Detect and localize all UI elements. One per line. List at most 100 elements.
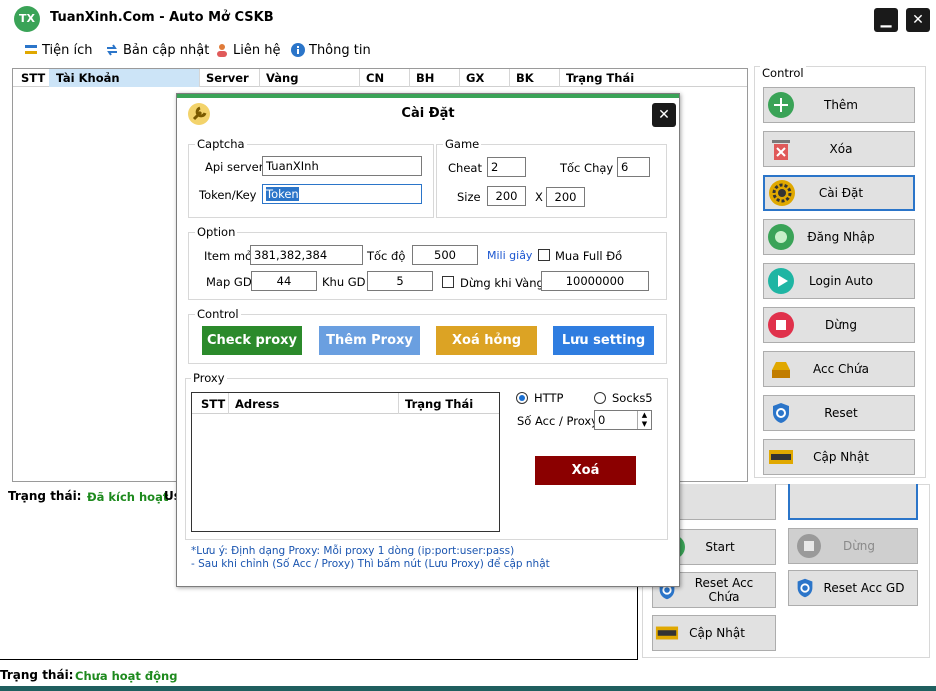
proxy-col-address[interactable]: Adress — [235, 397, 279, 411]
proxy-col-status[interactable]: Trạng Thái — [405, 397, 473, 411]
column-separator — [259, 69, 260, 87]
column-separator — [359, 69, 360, 87]
stepper-arrows-icon[interactable]: ▲ ▼ — [637, 411, 651, 429]
button-label: Dừng — [842, 539, 876, 553]
size-width-input[interactable]: 200 — [487, 186, 526, 206]
stop-gold-input[interactable]: 10000000 — [541, 271, 649, 291]
col-tai-khoan[interactable]: Tài Khoản — [56, 71, 120, 85]
item-input[interactable]: 381,382,384 — [250, 245, 363, 265]
col-trang-thai[interactable]: Trạng Thái — [566, 71, 634, 85]
proxy-col-stt[interactable]: STT — [201, 397, 225, 411]
settings-button[interactable]: Cài Đặt — [763, 175, 915, 211]
stop-button-disabled[interactable]: Dừng — [788, 528, 918, 564]
sync-icon — [105, 43, 119, 57]
cheat-label: Cheat — [448, 161, 482, 175]
mapgd-input[interactable]: 44 — [251, 271, 317, 291]
button-label: Reset Acc Chứa — [694, 576, 754, 604]
mili-label: Mili giây — [487, 249, 533, 262]
update-button[interactable]: Cập Nhật — [763, 439, 915, 475]
menu-tien-ich[interactable]: Tiện ích — [24, 40, 93, 60]
api-server-label: Api server — [205, 160, 264, 174]
menu-lien-he[interactable]: Liên hệ — [215, 40, 280, 60]
delete-button[interactable]: Xóa — [763, 131, 915, 167]
add-button[interactable]: Thêm — [763, 87, 915, 123]
bottom-border — [0, 686, 936, 691]
reset-acc-gd-button[interactable]: Reset Acc GD — [788, 570, 918, 606]
login-button[interactable]: Đăng Nhập — [763, 219, 915, 255]
menu-ban-cap-nhat[interactable]: Bản cập nhật — [105, 40, 209, 60]
menu-thong-tin[interactable]: Thông tin — [291, 40, 371, 60]
update-button-2[interactable]: Cập Nhật — [652, 615, 776, 651]
button-label: Thêm — [823, 98, 858, 112]
stop-icon — [797, 534, 821, 558]
settings-dialog: Cài Đặt ✕ Captcha Api server TuanXInh To… — [176, 93, 680, 587]
gear-icon — [769, 180, 795, 206]
game-group-label: Game — [443, 137, 482, 151]
tools-icon — [24, 43, 38, 57]
stop-button[interactable]: Dừng — [763, 307, 915, 343]
col-stt[interactable]: STT — [21, 71, 45, 85]
proxy-list[interactable]: STT Adress Trạng Thái — [191, 392, 500, 532]
button-label: Cập Nhật — [813, 450, 869, 464]
record-icon — [768, 224, 794, 250]
token-input-selection: Token — [266, 187, 299, 201]
stop-gold-checkbox[interactable] — [442, 276, 454, 288]
note-line-2: - Sau khi chỉnh (Số Acc / Proxy) Thì bấm… — [191, 558, 550, 570]
size-height-input[interactable]: 200 — [546, 187, 585, 207]
button-label: Start — [705, 540, 735, 554]
khugd-input[interactable]: 5 — [367, 271, 433, 291]
acc-chua-button[interactable]: Acc Chứa — [763, 351, 915, 387]
cheat-input[interactable]: 2 — [487, 157, 526, 177]
menu-label: Liên hệ — [233, 42, 281, 58]
login-auto-button[interactable]: Login Auto — [763, 263, 915, 299]
http-radio[interactable] — [516, 392, 528, 404]
buy-full-label: Mua Full Đồ — [555, 249, 623, 263]
proxy-group-label: Proxy — [191, 371, 227, 385]
trash-icon — [768, 136, 794, 162]
save-setting-button[interactable]: Lưu setting — [553, 326, 654, 355]
check-proxy-button[interactable]: Check proxy — [202, 326, 302, 355]
minimize-button[interactable]: ▁ — [874, 8, 898, 32]
col-bh[interactable]: BH — [416, 71, 434, 85]
button-label: Login Auto — [808, 274, 874, 288]
mapgd-label: Map GD — [206, 275, 252, 289]
status-label-2: Trạng thái: — [0, 668, 74, 682]
reset-button[interactable]: Reset — [763, 395, 915, 431]
buy-full-checkbox[interactable] — [538, 249, 550, 261]
tocdo-input[interactable]: 500 — [412, 245, 478, 265]
button-label: Dừng — [824, 318, 858, 332]
partial-button-selected[interactable] — [788, 484, 918, 520]
app-logo: TX — [14, 6, 40, 32]
speed-input[interactable]: 6 — [617, 157, 650, 177]
col-gx[interactable]: GX — [466, 71, 484, 85]
api-server-input[interactable]: TuanXInh — [262, 156, 422, 176]
person-icon — [215, 43, 229, 57]
dialog-close-button[interactable]: ✕ — [652, 103, 676, 127]
button-label: Xóa — [829, 142, 853, 156]
dialog-accent-bar — [177, 94, 679, 98]
token-input[interactable]: Token — [262, 184, 422, 204]
stop-gold-label: Dừng khi Vàng — [460, 276, 544, 290]
dialog-title: Cài Đặt — [401, 106, 455, 121]
col-server[interactable]: Server — [206, 71, 249, 85]
button-label: Đăng Nhập — [807, 230, 875, 244]
delete-proxy-button[interactable]: Xoá — [535, 456, 636, 485]
remove-bad-proxy-button[interactable]: Xoá hỏng — [436, 326, 537, 355]
button-label: Cài Đặt — [818, 186, 864, 200]
size-x-label: X — [535, 190, 543, 204]
column-separator — [459, 69, 460, 87]
shield-refresh-icon — [768, 400, 794, 426]
col-bk[interactable]: BK — [516, 71, 534, 85]
control-group-label: Control — [760, 66, 806, 80]
add-proxy-button[interactable]: Thêm Proxy — [319, 326, 420, 355]
socks5-label: Socks5 — [612, 391, 653, 405]
column-separator — [398, 393, 399, 414]
option-group-label: Option — [195, 225, 238, 239]
col-cn[interactable]: CN — [366, 71, 384, 85]
speed-label: Tốc Chạy — [560, 161, 614, 175]
col-vang[interactable]: Vàng — [266, 71, 298, 85]
close-button[interactable]: ✕ — [906, 8, 930, 32]
acc-per-proxy-stepper[interactable]: 0 ▲ ▼ — [594, 410, 652, 430]
khugd-label: Khu GD — [322, 275, 366, 289]
socks5-radio[interactable] — [594, 392, 606, 404]
